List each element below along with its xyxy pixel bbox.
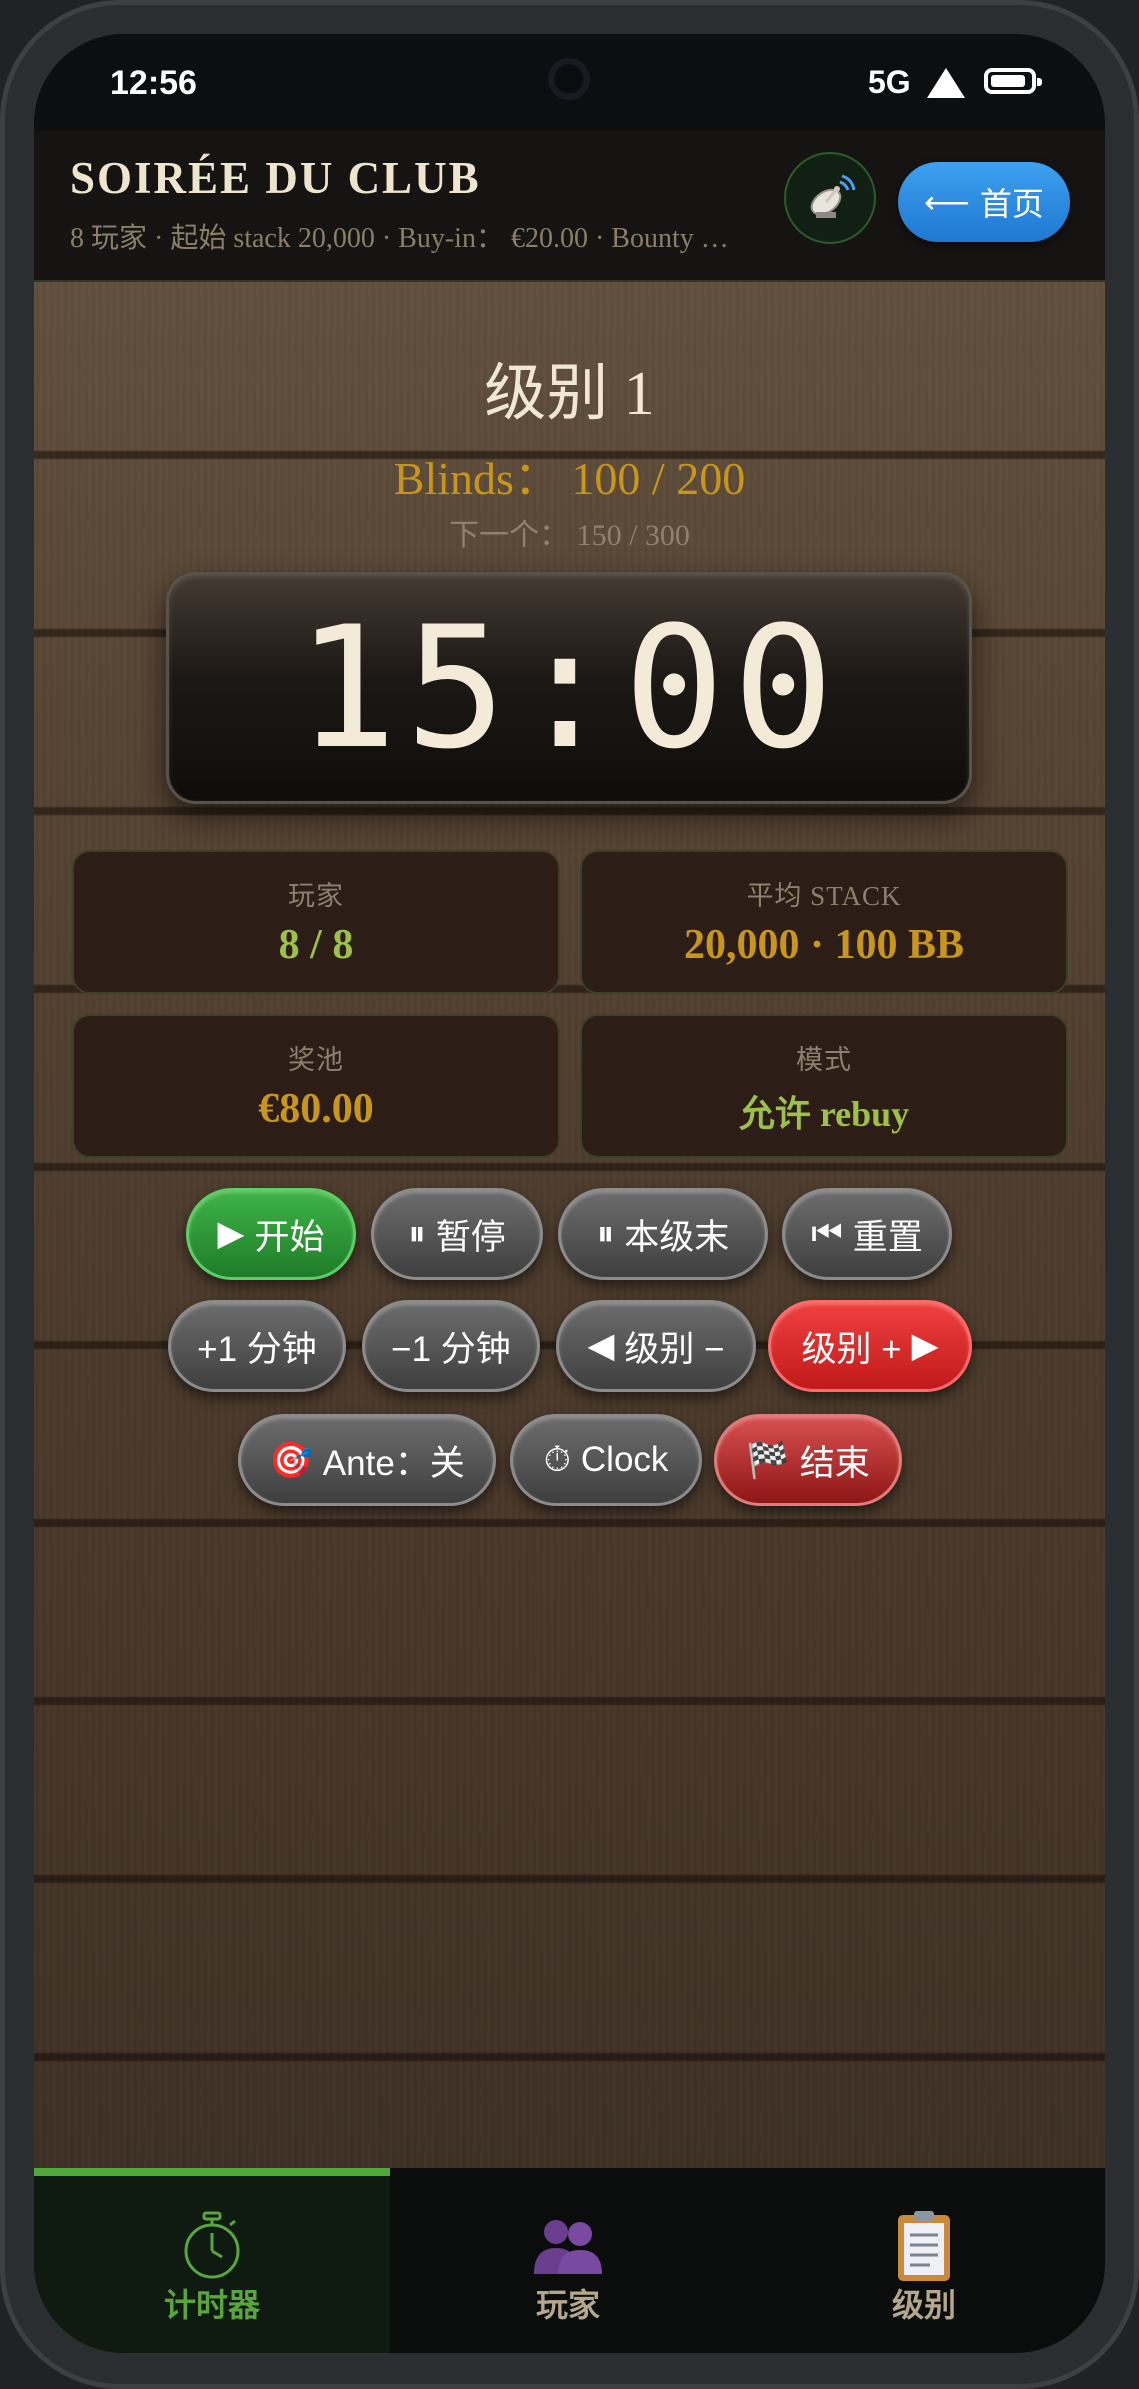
stopwatch-icon bbox=[34, 2206, 390, 2286]
clock-button-label: Clock bbox=[580, 1440, 669, 1479]
tournament-subtitle: 8 玩家 · 起始 stack 20,000 · Buy-in： €20.00 … bbox=[70, 223, 729, 254]
cast-button[interactable] bbox=[784, 152, 876, 244]
stat-card-mode: 模式 允许 rebuy bbox=[580, 1014, 1068, 1158]
add-minute-label: +1 分钟 bbox=[197, 1329, 317, 1369]
ante-toggle-button[interactable]: 🎯 Ante：关 bbox=[238, 1414, 496, 1506]
level-title: 级别 1 bbox=[484, 360, 655, 428]
home-button[interactable]: ⟵ 首页 bbox=[898, 162, 1070, 242]
level-end-button-label: 本级末 bbox=[624, 1217, 730, 1257]
tournament-title: SOIRÉE DU CLUB bbox=[70, 153, 481, 203]
tab-timer[interactable]: 计时器 bbox=[34, 2168, 390, 2353]
stat-value: 8 / 8 bbox=[278, 922, 354, 968]
checkered-flag-icon: 🏁 bbox=[746, 1440, 790, 1480]
stat-card-avg-stack: 平均 STACK 20,000 · 100 BB bbox=[580, 850, 1068, 994]
status-bar: 12:56 5G bbox=[34, 34, 1105, 130]
arrow-left-icon: ⟵ bbox=[924, 184, 970, 220]
timer-panel: 级别 1 Blinds： 100 / 200 下一个： 150 / 300 15… bbox=[34, 282, 1105, 2168]
finish-button-label: 结束 bbox=[799, 1443, 870, 1483]
play-icon: ▶ bbox=[217, 1214, 245, 1253]
next-blinds: 下一个： 150 / 300 bbox=[449, 519, 690, 552]
pause-at-level-end-button[interactable]: ⏸ 本级末 bbox=[558, 1188, 768, 1280]
start-button-label: 开始 bbox=[254, 1217, 325, 1257]
status-time: 12:56 bbox=[110, 64, 197, 102]
add-minute-button[interactable]: +1 分钟 bbox=[168, 1300, 346, 1392]
stat-label: 玩家 bbox=[288, 881, 344, 911]
tab-levels[interactable]: 级别 bbox=[746, 2168, 1102, 2353]
screen: 12:56 5G SOIRÉE DU CLUB 8 玩家 · 起始 stack … bbox=[34, 34, 1105, 2353]
countdown-value: 15:00 bbox=[296, 590, 842, 786]
front-camera bbox=[548, 58, 590, 100]
subtract-minute-button[interactable]: −1 分钟 bbox=[362, 1300, 540, 1392]
start-button[interactable]: ▶ 开始 bbox=[186, 1188, 356, 1280]
previous-level-label: 级别 − bbox=[624, 1329, 725, 1369]
stat-value: 允许 rebuy bbox=[738, 1094, 910, 1134]
reset-button[interactable]: ⏮ 重置 bbox=[782, 1188, 952, 1280]
tab-players[interactable]: 玩家 bbox=[390, 2168, 746, 2353]
subtract-minute-label: −1 分钟 bbox=[391, 1329, 511, 1369]
next-level-button[interactable]: 级别 + ▶ bbox=[768, 1300, 972, 1392]
skip-back-icon: ⏮ bbox=[811, 1214, 843, 1253]
finish-button[interactable]: 🏁 结束 bbox=[714, 1414, 902, 1506]
stopwatch-icon: ⏱ bbox=[543, 1440, 571, 1479]
tab-players-label: 玩家 bbox=[535, 2286, 600, 2324]
bottom-tab-bar: 计时器 玩家 级别 bbox=[34, 2168, 1105, 2353]
clock-button[interactable]: ⏱ Clock bbox=[510, 1414, 702, 1506]
pause-button[interactable]: ⏸ 暂停 bbox=[371, 1188, 543, 1280]
network-type: 5G bbox=[868, 64, 911, 100]
stat-label: 模式 bbox=[796, 1045, 852, 1075]
tab-timer-label: 计时器 bbox=[163, 2286, 260, 2324]
stat-label: 奖池 bbox=[288, 1045, 344, 1075]
reset-button-label: 重置 bbox=[852, 1217, 923, 1257]
app-header: SOIRÉE DU CLUB 8 玩家 · 起始 stack 20,000 · … bbox=[34, 130, 1105, 282]
triangle-right-icon: ▶ bbox=[911, 1326, 939, 1365]
target-icon: 🎯 bbox=[269, 1440, 313, 1480]
pause-button-label: 暂停 bbox=[435, 1217, 506, 1257]
previous-level-button[interactable]: ◀ 级别 − bbox=[556, 1300, 756, 1392]
triangle-left-icon: ◀ bbox=[587, 1326, 615, 1365]
phone-frame: 12:56 5G SOIRÉE DU CLUB 8 玩家 · 起始 stack … bbox=[0, 0, 1139, 2389]
stat-value: €80.00 bbox=[258, 1086, 374, 1132]
pause-icon: ⏸ bbox=[408, 1214, 426, 1253]
players-icon bbox=[390, 2206, 746, 2286]
clipboard-icon bbox=[746, 2206, 1102, 2286]
stat-value: 20,000 · 100 BB bbox=[683, 922, 965, 968]
home-button-label: 首页 bbox=[979, 186, 1044, 222]
signal-icon bbox=[927, 68, 965, 98]
tab-levels-label: 级别 bbox=[891, 2286, 956, 2324]
battery-icon bbox=[984, 68, 1042, 94]
countdown-display[interactable]: 15:00 bbox=[166, 572, 972, 804]
ante-toggle-label: Ante：关 bbox=[322, 1443, 465, 1483]
next-level-label: 级别 + bbox=[801, 1329, 902, 1369]
stat-label: 平均 STACK bbox=[746, 881, 902, 911]
satellite-dish-icon bbox=[810, 174, 856, 218]
pause-icon: ⏸ bbox=[596, 1214, 615, 1253]
current-blinds: Blinds： 100 / 200 bbox=[393, 453, 746, 504]
stat-card-players: 玩家 8 / 8 bbox=[72, 850, 560, 994]
stat-card-pot: 奖池 €80.00 bbox=[72, 1014, 560, 1158]
